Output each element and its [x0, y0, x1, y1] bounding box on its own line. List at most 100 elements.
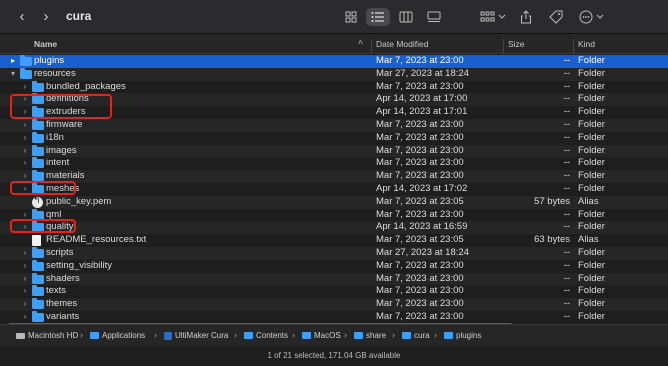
- path-segment-label: share: [366, 331, 387, 340]
- column-header-name[interactable]: Name: [34, 39, 57, 49]
- file-size: --: [563, 157, 570, 169]
- date-modified: Mar 7, 2023 at 23:05: [376, 195, 464, 207]
- disclosure-collapsed-icon[interactable]: ›: [21, 145, 29, 158]
- path-segment[interactable]: plugins: [444, 331, 481, 340]
- file-size: --: [563, 170, 570, 182]
- highlight-box: [10, 219, 76, 233]
- path-segment[interactable]: UltiMaker Cura: [164, 331, 228, 340]
- path-segment[interactable]: Applications: [90, 331, 145, 340]
- file-row[interactable]: › qml Mar 7, 2023 at 23:00 -- Folder: [0, 208, 668, 222]
- file-kind: Folder: [578, 119, 605, 130]
- file-kind: Folder: [578, 259, 605, 271]
- file-row[interactable]: › setting_visibility Mar 7, 2023 at 23:00 -…: [0, 259, 668, 273]
- group-button[interactable]: [478, 8, 508, 26]
- date-modified: Mar 7, 2023 at 23:00: [376, 157, 464, 169]
- file-row[interactable]: › themes Mar 7, 2023 at 23:00 -- Folder: [0, 298, 668, 311]
- disclosure-collapsed-icon[interactable]: ›: [21, 273, 29, 286]
- file-row[interactable]: ▸ plugins Mar 7, 2023 at 23:00 -- Folder: [0, 55, 668, 68]
- path-segment[interactable]: cura: [402, 331, 430, 340]
- path-separator-icon: ›: [434, 330, 437, 340]
- path-segment-label: cura: [414, 331, 430, 340]
- file-row[interactable]: › intent Mar 7, 2023 at 23:00 -- Folder: [0, 157, 668, 170]
- date-modified: Mar 27, 2023 at 18:24: [376, 247, 469, 258]
- file-row[interactable]: › variants Mar 7, 2023 at 23:00 -- Folder: [0, 311, 668, 324]
- file-row[interactable]: › texts Mar 7, 2023 at 23:00 -- Folder: [0, 285, 668, 298]
- disclosure-expanded-icon[interactable]: ▾: [9, 68, 17, 81]
- icon-view-button[interactable]: [342, 8, 360, 26]
- file-name: plugins: [34, 55, 65, 66]
- file-size: --: [563, 259, 570, 271]
- list-view-button[interactable]: [366, 8, 390, 26]
- column-view-button[interactable]: [396, 8, 416, 26]
- column-divider[interactable]: [371, 39, 372, 53]
- file-kind: Folder: [578, 80, 605, 92]
- file-row[interactable]: public_key.pem Mar 7, 2023 at 23:05 57 byt…: [0, 195, 668, 209]
- column-header-size[interactable]: Size: [508, 39, 525, 49]
- forward-button[interactable]: ›: [38, 8, 54, 26]
- file-size: --: [563, 67, 570, 79]
- date-modified: Mar 7, 2023 at 23:00: [376, 208, 464, 220]
- date-modified: Mar 7, 2023 at 23:00: [376, 170, 464, 182]
- file-name: themes: [46, 298, 78, 310]
- folder-icon: [444, 332, 453, 339]
- file-kind: Folder: [578, 311, 605, 322]
- path-segment[interactable]: Macintosh HD: [16, 331, 78, 340]
- file-size: --: [563, 119, 570, 130]
- path-segment[interactable]: MacOS: [302, 331, 341, 340]
- file-size: --: [563, 221, 570, 233]
- disclosure-collapsed-icon[interactable]: ›: [21, 247, 29, 260]
- tag-button[interactable]: [548, 8, 564, 26]
- folder-icon: [302, 332, 311, 339]
- share-button[interactable]: [518, 8, 534, 26]
- chevron-right-icon: ›: [43, 8, 49, 25]
- file-row[interactable]: › firmware Mar 7, 2023 at 23:00 -- Folder: [0, 119, 668, 132]
- gallery-view-button[interactable]: [424, 8, 444, 26]
- disclosure-collapsed-icon[interactable]: ›: [21, 285, 29, 298]
- file-row[interactable]: › images Mar 7, 2023 at 23:00 -- Folder: [0, 144, 668, 158]
- highlight-box: [10, 181, 76, 195]
- folder-icon: [20, 55, 32, 66]
- path-segment[interactable]: share: [354, 331, 386, 340]
- path-segment-label: Macintosh HD: [28, 331, 79, 340]
- file-kind: Folder: [578, 298, 605, 310]
- file-size: --: [563, 144, 570, 156]
- column-divider[interactable]: [503, 39, 504, 53]
- file-row[interactable]: › shaders Mar 7, 2023 at 23:00 -- Folder: [0, 272, 668, 286]
- disclosure-collapsed-icon[interactable]: ›: [21, 132, 29, 145]
- file-row[interactable]: › meshes Apr 14, 2023 at 17:02 -- Folder: [0, 183, 668, 196]
- disclosure-collapsed-icon[interactable]: ›: [21, 157, 29, 170]
- file-size: --: [563, 80, 570, 92]
- file-row[interactable]: › scripts Mar 27, 2023 at 18:24 -- Folder: [0, 247, 668, 260]
- file-size: --: [563, 247, 570, 258]
- column-divider[interactable]: [573, 39, 574, 53]
- disclosure-collapsed-icon[interactable]: ▸: [9, 55, 17, 68]
- date-modified: Mar 7, 2023 at 23:00: [376, 311, 464, 322]
- column-header-date[interactable]: Date Modified: [376, 39, 428, 49]
- column-header-kind[interactable]: Kind: [578, 39, 595, 49]
- disclosure-collapsed-icon[interactable]: ›: [21, 81, 29, 94]
- disclosure-collapsed-icon[interactable]: ›: [21, 298, 29, 311]
- toolbar: ‹ › cura: [0, 0, 668, 34]
- file-row[interactable]: › bundled_packages Mar 7, 2023 at 23:00 -- F…: [0, 80, 668, 94]
- date-modified: Mar 7, 2023 at 23:00: [376, 131, 464, 143]
- back-button[interactable]: ‹: [14, 8, 30, 26]
- file-row[interactable]: › materials Mar 7, 2023 at 23:00 -- Folder: [0, 170, 668, 183]
- file-row[interactable]: README_resources.txt Mar 7, 2023 at 23:05…: [0, 234, 668, 247]
- file-kind: Alias: [578, 234, 599, 246]
- folder-icon: [32, 119, 44, 130]
- date-modified: Mar 7, 2023 at 23:00: [376, 285, 464, 297]
- file-row[interactable]: › i18n Mar 7, 2023 at 23:00 -- Folder: [0, 131, 668, 145]
- disclosure-collapsed-icon[interactable]: ›: [21, 119, 29, 132]
- file-name: texts: [46, 285, 67, 297]
- disclosure-collapsed-icon[interactable]: ›: [21, 260, 29, 273]
- file-row[interactable]: ▾ resources Mar 27, 2023 at 18:24 -- Folder: [0, 67, 668, 81]
- file-kind: Folder: [578, 183, 605, 194]
- file-name: shaders: [46, 272, 80, 284]
- disclosure-collapsed-icon[interactable]: ›: [21, 311, 29, 324]
- file-row[interactable]: › quality Apr 14, 2023 at 16:59 -- Folder: [0, 221, 668, 235]
- path-segment[interactable]: Contents: [244, 331, 288, 340]
- icon-view-icon: [345, 11, 357, 23]
- date-modified: Mar 7, 2023 at 23:00: [376, 55, 464, 66]
- folder-icon: [32, 144, 44, 156]
- more-button[interactable]: [578, 8, 606, 26]
